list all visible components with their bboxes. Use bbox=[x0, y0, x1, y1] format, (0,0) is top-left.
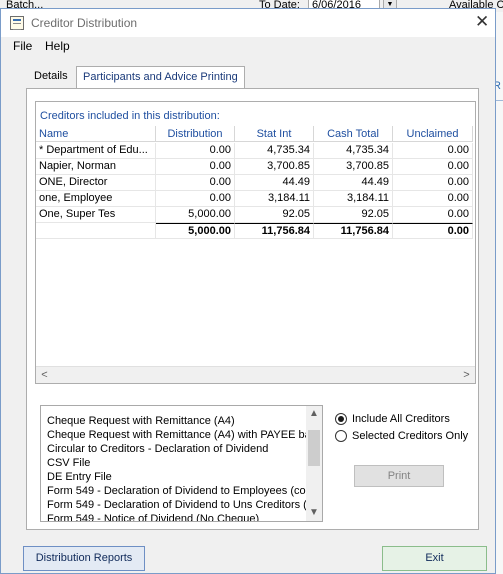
selected-creditors-only-radio[interactable]: Selected Creditors Only bbox=[335, 429, 475, 444]
menu-file[interactable]: File bbox=[13, 39, 32, 53]
column-header-name[interactable]: Name bbox=[36, 126, 156, 142]
cell-stat-int: 92.05 bbox=[235, 207, 314, 223]
grid-header: Name Distribution Stat Int Cash Total Un… bbox=[36, 126, 473, 142]
menu-help[interactable]: Help bbox=[45, 39, 70, 53]
table-row[interactable]: ONE, Director 0.00 44.49 44.49 0.00 bbox=[36, 175, 473, 191]
cell-unclaimed: 0.00 bbox=[393, 143, 473, 159]
list-item[interactable]: Cheque Request with Remittance (A4) with… bbox=[47, 428, 307, 442]
cell-name: ONE, Director bbox=[36, 175, 156, 191]
cell-unclaimed: 0.00 bbox=[393, 159, 473, 175]
total-stat-int: 11,756.84 bbox=[235, 223, 314, 239]
table-row[interactable]: one, Employee 0.00 3,184.11 3,184.11 0.0… bbox=[36, 191, 473, 207]
cell-name: Napier, Norman bbox=[36, 159, 156, 175]
totals-row: 5,000.00 11,756.84 11,756.84 0.00 bbox=[36, 223, 473, 239]
grid-caption: Creditors included in this distribution: bbox=[40, 110, 220, 122]
total-cash-total: 11,756.84 bbox=[314, 223, 393, 239]
exit-button[interactable]: Exit bbox=[382, 546, 487, 571]
cell-stat-int: 4,735.34 bbox=[235, 143, 314, 159]
cell-distribution: 5,000.00 bbox=[156, 207, 235, 223]
cell-distribution: 0.00 bbox=[156, 191, 235, 207]
column-header-unclaimed[interactable]: Unclaimed bbox=[393, 126, 473, 142]
column-header-distribution[interactable]: Distribution bbox=[156, 126, 235, 142]
selected-creditors-only-label: Selected Creditors Only bbox=[352, 430, 469, 442]
window-title: Creditor Distribution bbox=[31, 16, 138, 30]
print-button[interactable]: Print bbox=[354, 465, 444, 487]
cell-cash-total: 44.49 bbox=[314, 175, 393, 191]
cell-name: One, Super Tes bbox=[36, 207, 156, 223]
list-item[interactable]: Circular to Creditors - Declaration of D… bbox=[47, 442, 307, 456]
menu-bar: File Help bbox=[1, 37, 495, 57]
table-row[interactable]: * Department of Edu... 0.00 4,735.34 4,7… bbox=[36, 143, 473, 159]
tab-details[interactable]: Details bbox=[28, 66, 74, 88]
radio-selected-icon[interactable] bbox=[335, 413, 347, 425]
cell-distribution: 0.00 bbox=[156, 143, 235, 159]
scroll-down-icon[interactable]: ▼ bbox=[306, 505, 322, 521]
cell-cash-total: 3,184.11 bbox=[314, 191, 393, 207]
cell-cash-total: 4,735.34 bbox=[314, 143, 393, 159]
column-header-stat-int[interactable]: Stat Int bbox=[235, 126, 314, 142]
radio-unselected-icon[interactable] bbox=[335, 430, 347, 442]
cell-cash-total: 3,700.85 bbox=[314, 159, 393, 175]
table-row[interactable]: One, Super Tes 5,000.00 92.05 92.05 0.00 bbox=[36, 207, 473, 223]
cell-distribution: 0.00 bbox=[156, 159, 235, 175]
cell-stat-int: 3,700.85 bbox=[235, 159, 314, 175]
grid-horizontal-scrollbar[interactable]: < > bbox=[36, 366, 475, 383]
close-icon[interactable]: ✕ bbox=[475, 12, 489, 32]
tab-participants-advice-printing[interactable]: Participants and Advice Printing bbox=[76, 66, 245, 89]
cell-name: one, Employee bbox=[36, 191, 156, 207]
table-row[interactable]: Napier, Norman 0.00 3,700.85 3,700.85 0.… bbox=[36, 159, 473, 175]
list-item[interactable]: Form 549 - Declaration of Dividend to Em… bbox=[47, 484, 307, 498]
scroll-up-icon[interactable]: ▲ bbox=[306, 406, 322, 422]
total-unclaimed: 0.00 bbox=[393, 223, 473, 239]
scroll-thumb[interactable] bbox=[308, 430, 320, 466]
list-item[interactable]: Form 549 - Notice of Dividend (No Cheque… bbox=[47, 512, 307, 521]
cell-name bbox=[36, 223, 156, 239]
creditor-distribution-window: Creditor Distribution ✕ File Help Detail… bbox=[0, 8, 496, 574]
scroll-thumb[interactable] bbox=[53, 369, 458, 381]
include-all-creditors-label: Include All Creditors bbox=[352, 413, 450, 425]
cell-cash-total: 92.05 bbox=[314, 207, 393, 223]
list-item[interactable]: CSV File bbox=[47, 456, 307, 470]
title-bar: Creditor Distribution ✕ bbox=[1, 9, 495, 37]
include-all-creditors-radio[interactable]: Include All Creditors bbox=[335, 412, 465, 427]
cell-stat-int: 3,184.11 bbox=[235, 191, 314, 207]
column-header-cash-total[interactable]: Cash Total bbox=[314, 126, 393, 142]
distribution-reports-button[interactable]: Distribution Reports bbox=[23, 546, 145, 571]
total-distribution: 5,000.00 bbox=[156, 223, 235, 239]
list-item[interactable]: Form 549 - Declaration of Dividend to Un… bbox=[47, 498, 307, 512]
scroll-left-icon[interactable]: < bbox=[36, 367, 53, 384]
window-app-icon bbox=[10, 16, 24, 30]
cell-distribution: 0.00 bbox=[156, 175, 235, 191]
creditors-grid: Creditors included in this distribution:… bbox=[35, 101, 476, 384]
cell-unclaimed: 0.00 bbox=[393, 175, 473, 191]
scroll-right-icon[interactable]: > bbox=[458, 367, 475, 384]
list-item[interactable]: DE Entry File bbox=[47, 470, 307, 484]
cell-stat-int: 44.49 bbox=[235, 175, 314, 191]
cell-unclaimed: 0.00 bbox=[393, 191, 473, 207]
list-item[interactable]: Cheque Request with Remittance (A4) bbox=[47, 414, 307, 428]
cell-name: * Department of Edu... bbox=[36, 143, 156, 159]
report-type-list[interactable]: Cheque Request with Remittance (A4) Cheq… bbox=[40, 405, 323, 522]
report-list-scrollbar[interactable]: ▲ ▼ bbox=[306, 406, 322, 521]
cell-unclaimed: 0.00 bbox=[393, 207, 473, 223]
